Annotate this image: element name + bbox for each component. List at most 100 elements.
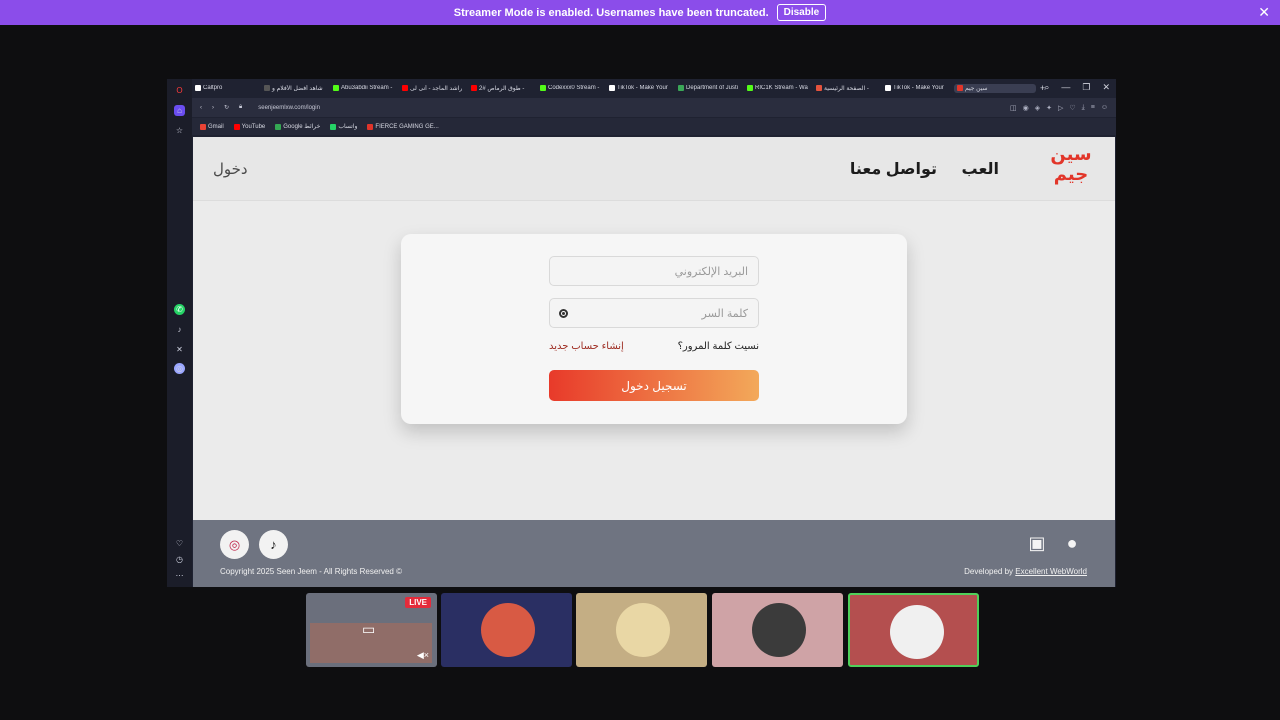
bookmark-favicon-icon xyxy=(330,123,337,130)
browser-tab[interactable]: طوق الرماص #2 - xyxy=(471,85,536,92)
participant-tile[interactable] xyxy=(712,593,843,667)
browser-tab[interactable]: Caltpro xyxy=(195,85,260,91)
tab-favicon-icon xyxy=(264,85,270,91)
tiktok-footer-icon[interactable]: ♪ xyxy=(259,530,288,559)
screenshot-icon[interactable]: ◫ xyxy=(1010,104,1017,112)
shield-icon[interactable]: ◈ xyxy=(1035,104,1040,112)
browser-tab[interactable]: TikTok - Make Your xyxy=(885,85,950,91)
participant-tile-speaking[interactable] xyxy=(848,593,979,667)
tab-label: Abu3abdii Stream - xyxy=(341,85,393,91)
tab-favicon-icon xyxy=(816,85,822,91)
bookmark-favicon-icon xyxy=(367,123,374,130)
forgot-password-link[interactable]: نسيت كلمة المرور؟ xyxy=(678,341,759,352)
password-field[interactable]: كلمة السر xyxy=(549,298,759,328)
x-icon[interactable]: ✕ xyxy=(174,344,185,355)
bookmark-favicon-icon xyxy=(275,123,282,130)
developer-credit: Developed by Excellent WebWorld xyxy=(964,567,1087,576)
email-placeholder: البريد الإلكتروني xyxy=(674,265,748,278)
avatar xyxy=(481,603,535,657)
play-icon[interactable]: ▷ xyxy=(1058,104,1063,112)
nav-contact-link[interactable]: تواصل معنا xyxy=(850,159,937,179)
tab-favicon-icon xyxy=(885,85,891,91)
history-icon[interactable]: ◷ xyxy=(174,554,185,565)
site-logo[interactable]: سين جيم xyxy=(1045,145,1097,191)
browser-tab[interactable]: RIC1K Stream - Wa xyxy=(747,85,812,91)
logo-line-2: جيم xyxy=(1053,164,1089,185)
show-password-eye-icon[interactable] xyxy=(559,309,568,318)
bookmark-item[interactable]: FIERCE GAMING GE... xyxy=(367,123,439,130)
instagram-icon[interactable]: ◎ xyxy=(220,530,249,559)
login-button[interactable]: تسجيل دخول xyxy=(549,370,759,401)
window-close-icon[interactable]: ✕ xyxy=(1102,82,1110,93)
disable-streamer-mode-button[interactable]: Disable xyxy=(776,4,827,21)
browser-tab[interactable]: Department of Justi xyxy=(678,85,743,91)
nav-play-link[interactable]: العب xyxy=(962,159,999,179)
chat-icon[interactable]: ◎ xyxy=(174,363,185,374)
bookmark-item[interactable]: Google خرائط xyxy=(275,123,320,130)
participant-tile[interactable] xyxy=(441,593,572,667)
tab-favicon-icon xyxy=(471,85,477,91)
bookmark-item[interactable]: YouTube xyxy=(233,123,265,130)
address-bar: ‹ › ↻ 🔒︎ seenjeemlxw.com/login ◫ ◉ ◈ ✦ ▷… xyxy=(192,98,1116,117)
close-icon[interactable]: ✕ xyxy=(1258,4,1270,21)
download-icon[interactable]: ⤓ xyxy=(1082,104,1085,112)
tab-favicon-icon xyxy=(540,85,546,91)
opera-logo-icon[interactable]: O xyxy=(174,85,185,96)
bookmarks-bar: Gmail YouTube Google خرائط واتساب FIERCE GAM… xyxy=(192,118,1116,135)
camera-icon[interactable]: ◉ xyxy=(1023,104,1029,112)
tab-favicon-icon xyxy=(957,85,963,91)
toolbar-icons: ◫ ◉ ◈ ✦ ▷ ♡ ⤓ ≡ ☺ xyxy=(1010,104,1108,112)
home-icon[interactable]: ⌂ xyxy=(174,105,185,116)
star-icon[interactable]: ☆ xyxy=(174,125,185,136)
browser-sidebar: O ⌂ ☆ ✆ ♪ ✕ ◎ ♡ ◷ ⋯ xyxy=(167,79,192,587)
participant-tile[interactable] xyxy=(576,593,707,667)
bookmark-item[interactable]: واتساب xyxy=(330,123,357,130)
profile-icon[interactable]: ☺ xyxy=(1101,104,1108,112)
bookmark-label: FIERCE GAMING GE... xyxy=(375,123,439,130)
extensions-icon[interactable]: ✦ xyxy=(1046,104,1052,112)
logo-line-1: سين xyxy=(1050,144,1092,165)
browser-tab[interactable]: Codexxx0 Stream - xyxy=(540,85,605,91)
screen-share-tile[interactable]: LIVE ▭ ◀× xyxy=(306,593,437,667)
menu-icon[interactable]: ≡ xyxy=(1091,104,1095,112)
email-field[interactable]: البريد الإلكتروني xyxy=(549,256,759,286)
minimize-icon[interactable]: — xyxy=(1061,82,1070,93)
bookmark-favicon-icon xyxy=(233,123,240,130)
reload-icon[interactable]: ↻ xyxy=(224,104,229,111)
browser-tab[interactable]: Abu3abdii Stream - xyxy=(333,85,398,91)
android-icon[interactable]: ▣ xyxy=(1026,533,1048,555)
mute-icon[interactable]: ◀× xyxy=(417,650,429,661)
more-icon[interactable]: ⋯ xyxy=(174,570,185,581)
banner-message: Streamer Mode is enabled. Usernames have… xyxy=(453,6,769,19)
nav-login-link[interactable]: دخول xyxy=(213,160,248,178)
window-controls: ⌕ — ❐ ✕ xyxy=(1044,82,1110,93)
heart-toolbar-icon[interactable]: ♡ xyxy=(1069,104,1075,112)
form-links: نسيت كلمة المرور؟ إنشاء حساب جديد xyxy=(549,341,759,355)
bookmark-label: Gmail xyxy=(208,123,224,130)
heart-icon[interactable]: ♡ xyxy=(174,538,185,549)
browser-tab[interactable]: الصفحة الرئيسية - xyxy=(816,85,881,92)
browser-tab[interactable]: سين جيم xyxy=(954,83,1036,93)
web-page: سين جيم العب تواصل معنا دخول البريد الإل… xyxy=(193,137,1115,587)
restore-icon[interactable]: ❐ xyxy=(1082,82,1090,93)
tab-label: Department of Justi xyxy=(686,85,739,91)
bookmark-item[interactable]: Gmail xyxy=(200,123,224,130)
bookmark-label: Google خرائط xyxy=(283,124,321,130)
tab-label: RIC1K Stream - Wa xyxy=(755,85,808,91)
tab-favicon-icon xyxy=(195,85,201,91)
browser-tab[interactable]: TikTok - Make Your xyxy=(609,85,674,91)
url-field[interactable]: seenjeemlxw.com/login xyxy=(258,105,320,111)
browser-tab[interactable]: شاهد أفضل الأفلام و xyxy=(264,85,329,92)
developer-link[interactable]: Excellent WebWorld xyxy=(1015,567,1087,576)
back-icon[interactable]: ‹ xyxy=(200,105,202,111)
tiktok-icon[interactable]: ♪ xyxy=(174,324,185,335)
whatsapp-icon[interactable]: ✆ xyxy=(174,304,185,315)
search-icon[interactable]: ⌕ xyxy=(1044,82,1049,93)
apple-icon[interactable]: ● xyxy=(1061,533,1083,555)
tab-label: Codexxx0 Stream - xyxy=(548,85,600,91)
bookmark-label: واتساب xyxy=(338,124,358,130)
screen-share-icon: ▭ xyxy=(362,621,376,637)
create-account-link[interactable]: إنشاء حساب جديد xyxy=(549,341,624,352)
forward-icon[interactable]: › xyxy=(212,105,214,111)
browser-tab[interactable]: راشد الماجد - أنى لى xyxy=(402,85,467,92)
